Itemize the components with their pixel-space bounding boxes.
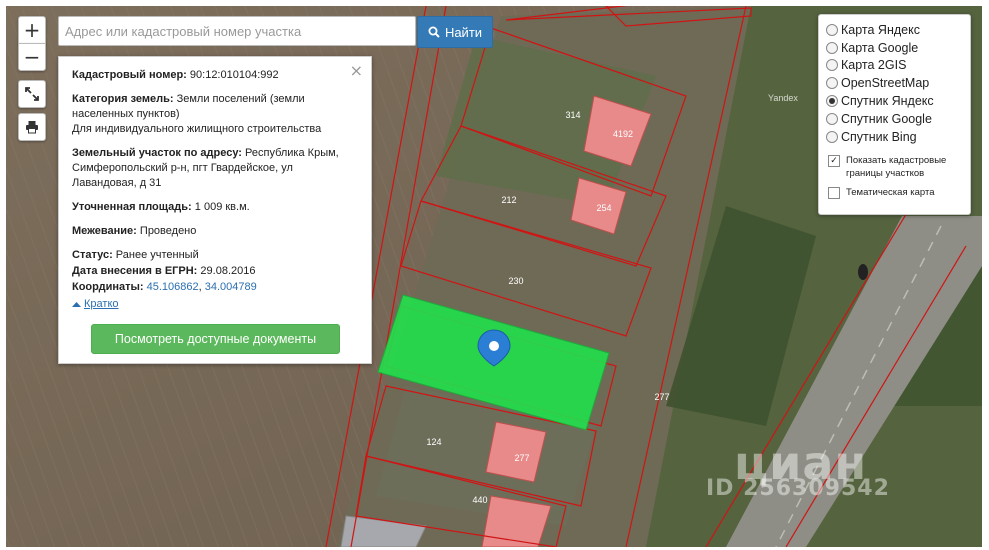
parcel-label: 314 [565,110,580,120]
layer-option[interactable]: Карта Google [819,39,970,57]
show-cadastral-label: Показать кадастровые границы участков [846,154,947,179]
cadastral-number-value: 90:12:010104:992 [189,69,279,81]
layer-option[interactable]: Карта 2GIS [819,57,970,75]
map-attribution: Yandex [768,93,798,103]
parcel-label: 230 [508,276,523,286]
caret-up-icon [72,301,81,307]
zoom-in-button[interactable]: + [18,16,46,44]
layer-option[interactable]: OpenStreetMap [819,74,970,92]
land-use-value: Для индивидуального жилищного строительс… [72,123,322,135]
parcel-label: 254 [596,203,611,213]
survey-row: Межевание: Проведено [72,224,357,239]
search-button-label: Найти [444,24,483,40]
brief-link[interactable]: Кратко [84,297,119,312]
layer-option-label: Спутник Google [841,111,932,126]
coordinates-label: Координаты: [72,281,144,293]
area-label: Уточненная площадь: [72,201,192,213]
land-category-row: Категория земель: Земли поселений (земли… [72,92,357,137]
area-value: 1 009 кв.м. [194,201,250,213]
brief-toggle[interactable]: Кратко [72,296,357,312]
radio-button[interactable] [826,130,838,143]
print-icon [26,121,38,134]
survey-value: Проведено [139,225,197,237]
car [858,264,868,280]
search-button[interactable]: Найти [417,16,493,48]
watermark-id: ID 256309542 [706,476,890,501]
view-documents-button[interactable]: Посмотреть доступные документы [91,324,340,354]
parcel-label: 277 [514,453,529,463]
status-label: Статус: [72,249,113,261]
layer-option-label: Карта 2GIS [841,58,907,73]
coordinates-lon-link[interactable]: 34.004789 [205,281,257,293]
layer-option-label: OpenStreetMap [841,76,930,91]
land-category-label: Категория земель: [72,93,174,105]
cadastral-number-label: Кадастровый номер: [72,69,187,81]
parcel-label: 440 [472,495,487,505]
radio-button[interactable] [826,95,838,108]
layer-option-label: Карта Google [841,40,919,55]
radio-button[interactable] [826,23,838,36]
zoom-out-button[interactable]: − [18,43,46,71]
layer-option[interactable]: Карта Яндекс [819,21,970,39]
show-cadastral-checkbox[interactable]: ✓ Показать кадастровые границы участков [819,154,970,180]
coordinates-row: Координаты: 45.106862, 34.004789 [72,280,357,295]
radio-button[interactable] [826,112,838,125]
area-row: Уточненная площадь: 1 009 кв.м. [72,200,357,215]
address-row: Земельный участок по адресу: Республика … [72,146,357,191]
checkbox-checked[interactable]: ✓ [828,154,840,167]
layer-option-label: Спутник Яндекс [841,94,934,109]
parcel-label: 124 [426,437,441,447]
layer-option[interactable]: Спутник Google [819,110,970,128]
radio-button[interactable] [826,41,838,54]
cadastral-number-row: Кадастровый номер: 90:12:010104:992 [72,68,357,83]
egrn-date-row: Дата внесения в ЕГРН: 29.08.2016 [72,264,357,279]
radio-button[interactable] [826,59,838,72]
egrn-date-value: 29.08.2016 [200,265,256,277]
search-icon [428,26,440,38]
expand-icon [25,87,39,101]
thematic-map-checkbox[interactable]: Тематическая карта [819,186,970,199]
coordinates-lat-link[interactable]: 45.106862 [147,281,199,293]
status-row: Статус: Ранее учтенный [72,248,357,263]
fullscreen-button[interactable] [18,80,46,108]
parcel-label: 277 [654,392,669,402]
egrn-date-label: Дата внесения в ЕГРН: [72,265,198,277]
print-button[interactable] [18,113,46,141]
parcel-info-popup: × Кадастровый номер: 90:12:010104:992 Ка… [58,56,372,364]
parcel-label: 212 [501,195,516,205]
search-input[interactable] [58,16,416,46]
status-value: Ранее учтенный [115,249,199,261]
layer-option[interactable]: Спутник Яндекс [819,92,970,110]
radio-button[interactable] [826,77,838,90]
layers-panel: Карта Яндекс Карта Google Карта 2GIS OpenSt… [818,14,971,215]
parcel-label: 4192 [613,129,633,139]
thematic-map-label: Тематическая карта [846,186,935,198]
map-frame: 314 4192 212 254 230 277 124 277 440 Yan… [6,6,982,547]
address-label: Земельный участок по адресу: [72,147,242,159]
layer-option[interactable]: Спутник Bing [819,128,970,146]
checkbox-unchecked[interactable] [828,186,840,199]
survey-label: Межевание: [72,225,137,237]
layer-option-label: Спутник Bing [841,129,917,144]
layer-option-label: Карта Яндекс [841,22,920,37]
